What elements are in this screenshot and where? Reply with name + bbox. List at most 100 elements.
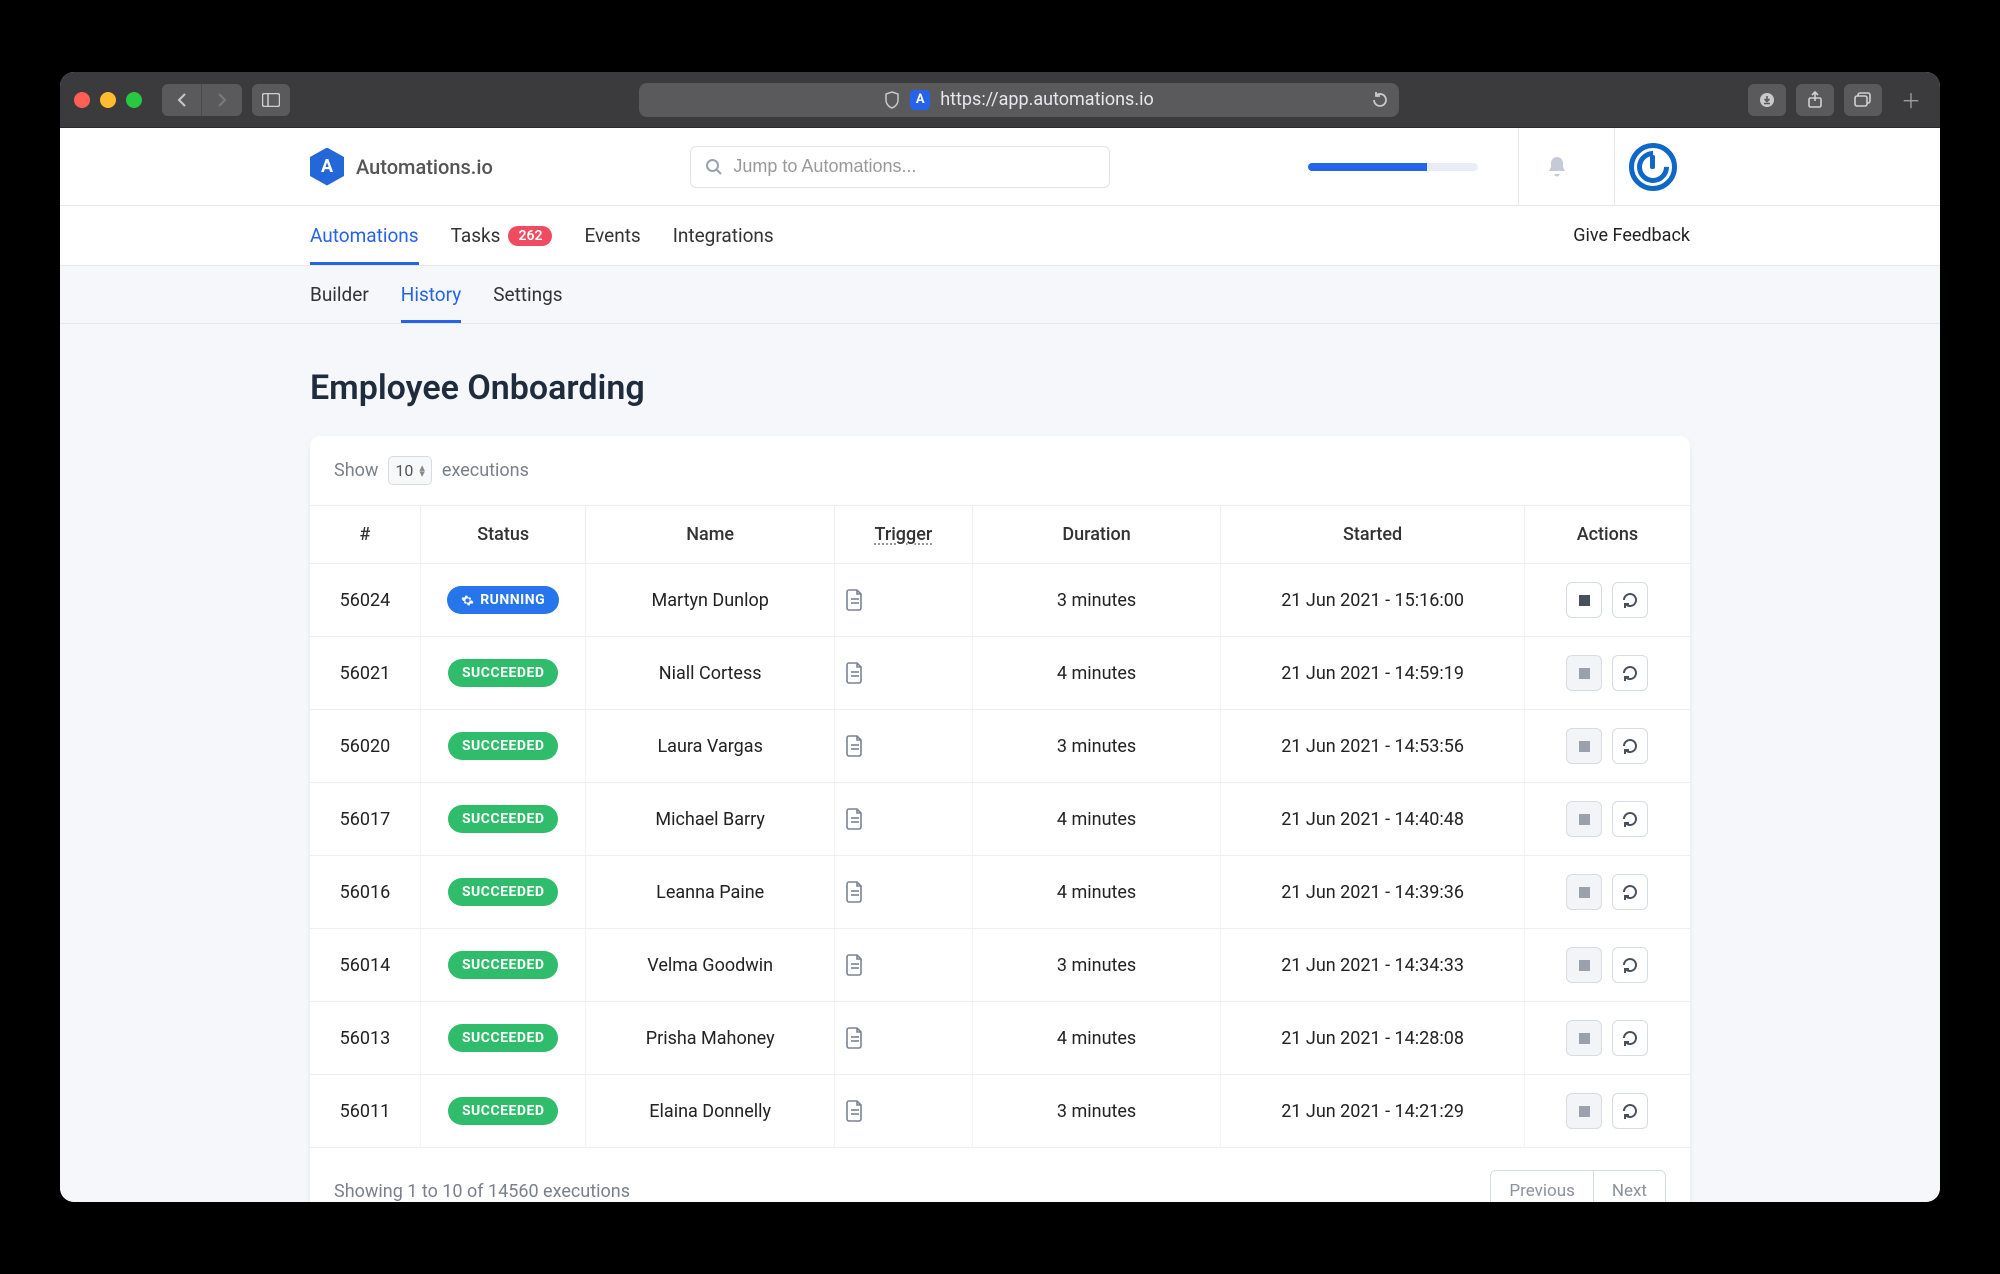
tabs-button[interactable]: [1844, 84, 1882, 116]
cell-trigger[interactable]: [834, 783, 972, 856]
col-started[interactable]: Started: [1221, 506, 1525, 564]
stop-icon: [1579, 960, 1590, 971]
cell-duration: 3 minutes: [972, 929, 1220, 1002]
cell-trigger[interactable]: [834, 1075, 972, 1148]
address-bar[interactable]: A https://app.automations.io: [639, 83, 1399, 117]
reload-icon: [1621, 883, 1639, 901]
maximize-window-button[interactable]: [126, 92, 142, 108]
document-icon: [845, 1026, 962, 1050]
subnav-history[interactable]: History: [401, 266, 461, 323]
pagination: Previous Next: [1490, 1170, 1666, 1202]
nav-label: Tasks: [451, 224, 501, 247]
previous-button[interactable]: Previous: [1490, 1170, 1593, 1202]
table-row: 56017SUCCEEDEDMichael Barry4 minutes21 J…: [310, 783, 1690, 856]
give-feedback-link[interactable]: Give Feedback: [1573, 225, 1690, 246]
reload-icon[interactable]: [1371, 91, 1389, 109]
brand-logo-icon: A: [310, 148, 344, 186]
nav-tasks[interactable]: Tasks 262: [451, 206, 553, 265]
sidebar-toggle-button[interactable]: [252, 84, 290, 116]
cell-actions: [1524, 637, 1690, 710]
document-icon: [845, 1099, 962, 1123]
rerun-button[interactable]: [1612, 801, 1648, 837]
chevron-updown-icon: ▴▾: [419, 465, 425, 477]
usage-progress: [1308, 163, 1478, 171]
cell-trigger[interactable]: [834, 637, 972, 710]
rerun-button[interactable]: [1612, 1020, 1648, 1056]
url-text: https://app.automations.io: [940, 89, 1154, 110]
col-trigger[interactable]: Trigger: [834, 506, 972, 564]
account-button[interactable]: [1614, 128, 1690, 206]
cell-name: Velma Goodwin: [586, 929, 834, 1002]
power-icon: [1629, 143, 1677, 191]
nav-automations[interactable]: Automations: [310, 206, 419, 265]
global-search[interactable]: [690, 146, 1110, 188]
cell-status: RUNNING: [420, 564, 586, 637]
status-badge: SUCCEEDED: [448, 805, 559, 833]
per-page-select[interactable]: 10 ▴▾: [388, 456, 432, 485]
cell-status: SUCCEEDED: [420, 1002, 586, 1075]
col-id[interactable]: #: [310, 506, 420, 564]
rerun-button[interactable]: [1612, 728, 1648, 764]
cell-name: Laura Vargas: [586, 710, 834, 783]
nav-buttons: [162, 84, 242, 116]
table-controls: Show 10 ▴▾ executions: [310, 436, 1690, 505]
subnav-settings[interactable]: Settings: [493, 266, 562, 323]
cell-trigger[interactable]: [834, 929, 972, 1002]
stop-icon: [1579, 668, 1590, 679]
cell-status: SUCCEEDED: [420, 929, 586, 1002]
forward-button[interactable]: [202, 84, 242, 116]
status-badge: SUCCEEDED: [448, 1024, 559, 1052]
cell-duration: 4 minutes: [972, 637, 1220, 710]
nav-integrations[interactable]: Integrations: [673, 206, 774, 265]
browser-window: A https://app.automations.io ＋: [60, 72, 1940, 1202]
address-bar-wrap: A https://app.automations.io: [300, 83, 1738, 117]
col-status[interactable]: Status: [420, 506, 586, 564]
back-button[interactable]: [162, 84, 202, 116]
cell-id: 56017: [310, 783, 420, 856]
usage-progress-fill: [1308, 163, 1427, 171]
stop-button: [1566, 947, 1602, 983]
cell-id: 56011: [310, 1075, 420, 1148]
show-label: Show: [334, 460, 378, 481]
privacy-shield-icon: [884, 91, 900, 109]
cell-actions: [1524, 929, 1690, 1002]
share-button[interactable]: [1796, 84, 1834, 116]
table-row: 56016SUCCEEDEDLeanna Paine4 minutes21 Ju…: [310, 856, 1690, 929]
rerun-button[interactable]: [1612, 655, 1648, 691]
search-input[interactable]: [733, 156, 1095, 177]
downloads-button[interactable]: [1748, 84, 1786, 116]
brand[interactable]: A Automations.io: [310, 148, 493, 186]
page-title: Employee Onboarding: [310, 368, 1690, 408]
close-window-button[interactable]: [74, 92, 90, 108]
cell-trigger[interactable]: [834, 710, 972, 783]
rerun-button[interactable]: [1612, 582, 1648, 618]
stop-button[interactable]: [1566, 582, 1602, 618]
cell-duration: 4 minutes: [972, 783, 1220, 856]
reload-icon: [1621, 810, 1639, 828]
notifications-button[interactable]: [1518, 128, 1594, 206]
per-page-value: 10: [395, 461, 413, 480]
site-favicon-icon: A: [910, 90, 930, 110]
cell-name: Leanna Paine: [586, 856, 834, 929]
next-button[interactable]: Next: [1594, 1170, 1666, 1202]
minimize-window-button[interactable]: [100, 92, 116, 108]
status-text: SUCCEEDED: [462, 1103, 545, 1119]
cell-status: SUCCEEDED: [420, 1075, 586, 1148]
cell-trigger[interactable]: [834, 856, 972, 929]
secondary-nav: Builder History Settings: [60, 266, 1940, 324]
cell-id: 56016: [310, 856, 420, 929]
nav-label: Events: [584, 224, 640, 247]
rerun-button[interactable]: [1612, 1093, 1648, 1129]
cell-id: 56014: [310, 929, 420, 1002]
new-tab-button[interactable]: ＋: [1896, 85, 1926, 115]
rerun-button[interactable]: [1612, 947, 1648, 983]
subnav-builder[interactable]: Builder: [310, 266, 369, 323]
status-badge: SUCCEEDED: [448, 1097, 559, 1125]
rerun-button[interactable]: [1612, 874, 1648, 910]
col-duration[interactable]: Duration: [972, 506, 1220, 564]
col-name[interactable]: Name: [586, 506, 834, 564]
cell-trigger[interactable]: [834, 1002, 972, 1075]
cell-trigger[interactable]: [834, 564, 972, 637]
tasks-count-badge: 262: [508, 226, 552, 246]
nav-events[interactable]: Events: [584, 206, 640, 265]
